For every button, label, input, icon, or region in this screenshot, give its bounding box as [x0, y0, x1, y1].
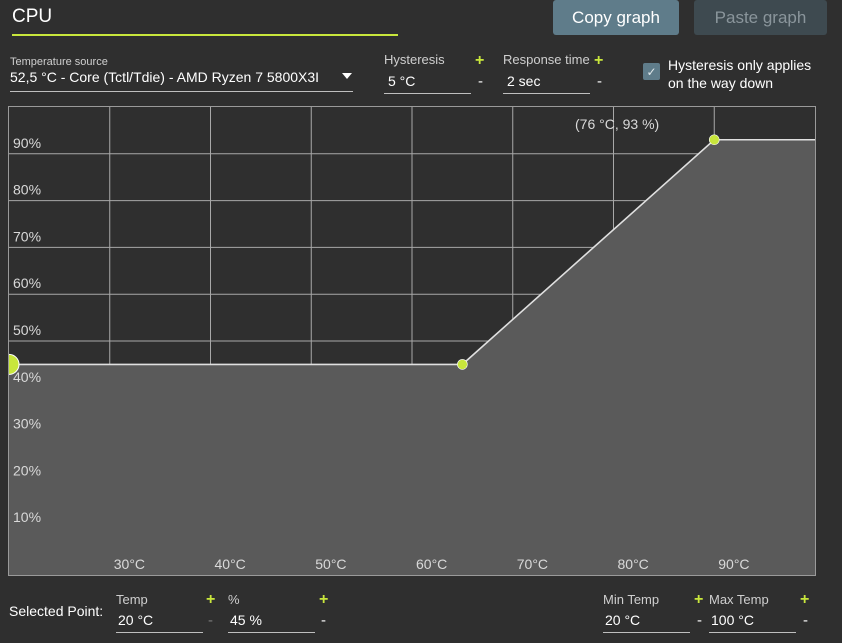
y-tick-label: 40%: [13, 369, 41, 385]
min-temp-label: Min Temp: [603, 592, 660, 607]
temp-value: 20 °C: [118, 612, 154, 628]
y-tick-label: 60%: [13, 275, 41, 291]
percent-value: 45 %: [230, 612, 262, 628]
x-tick-label: 60°C: [416, 556, 447, 572]
temperature-source-value: 52,5 °C - Core (Tctl/Tdie) - AMD Ryzen 7…: [10, 69, 320, 85]
response-time-minus-button[interactable]: -: [597, 74, 602, 89]
max-temp-label: Max Temp: [709, 592, 769, 607]
response-time-label: Response time: [503, 52, 590, 67]
x-tick-label: 90°C: [718, 556, 749, 572]
y-tick-label: 20%: [13, 462, 41, 478]
max-temp-value: 100 °C: [711, 612, 754, 628]
hysteresis-value: 5 °C: [388, 73, 416, 89]
fan-curve-chart[interactable]: 90% 80% 70% 60% 50% 40% 30% 20% 10% 30°C 40°C 50°C…: [9, 107, 815, 575]
y-tick-label: 80%: [13, 182, 41, 198]
min-temp-plus-button[interactable]: +: [694, 592, 703, 608]
min-temp-value: 20 °C: [605, 612, 641, 628]
curve-point[interactable]: [708, 134, 720, 146]
hysteresis-down-label: Hysteresis only applies on the way down: [668, 57, 812, 91]
y-tick-label: 50%: [13, 322, 41, 338]
min-temp-field[interactable]: 20 °C: [603, 611, 690, 633]
max-temp-minus-button[interactable]: -: [803, 613, 808, 628]
hysteresis-minus-button[interactable]: -: [478, 74, 483, 89]
max-temp-plus-button[interactable]: +: [800, 592, 809, 608]
x-tick-label: 80°C: [618, 556, 649, 572]
percent-field[interactable]: 45 %: [228, 611, 315, 633]
check-icon: ✓: [646, 64, 657, 79]
chevron-down-icon[interactable]: [342, 73, 352, 79]
max-temp-field[interactable]: 100 °C: [709, 611, 796, 633]
fan-curve-panel: CPU Copy graph Paste graph Temperature s…: [0, 0, 842, 643]
x-tick-label: 70°C: [517, 556, 548, 572]
temp-minus-button[interactable]: -: [208, 613, 213, 628]
temperature-source-label: Temperature source: [10, 56, 108, 68]
hysteresis-label: Hysteresis: [384, 52, 445, 67]
y-tick-label: 90%: [13, 135, 41, 151]
temperature-source-select[interactable]: 52,5 °C - Core (Tctl/Tdie) - AMD Ryzen 7…: [10, 68, 353, 92]
y-tick-label: 10%: [13, 509, 41, 525]
x-tick-label: 40°C: [215, 556, 246, 572]
response-time-value: 2 sec: [507, 73, 541, 89]
copy-graph-button[interactable]: Copy graph: [553, 0, 679, 35]
paste-graph-button[interactable]: Paste graph: [694, 0, 827, 35]
x-tick-label: 30°C: [114, 556, 145, 572]
min-temp-minus-button[interactable]: -: [697, 613, 702, 628]
percent-label: %: [228, 592, 240, 607]
selected-point-label: Selected Point:: [9, 603, 104, 619]
y-axis-labels: 90% 80% 70% 60% 50% 40% 30% 20% 10%: [13, 135, 41, 525]
curve-point[interactable]: [457, 359, 468, 370]
fan-curve-graph[interactable]: 90% 80% 70% 60% 50% 40% 30% 20% 10% 30°C 40°C 50°C…: [8, 106, 816, 576]
page-title: CPU: [12, 6, 53, 27]
percent-plus-button[interactable]: +: [319, 592, 328, 608]
y-tick-label: 30%: [13, 416, 41, 432]
hysteresis-down-checkbox[interactable]: ✓: [643, 63, 660, 80]
response-time-field[interactable]: 2 sec: [503, 72, 590, 94]
x-tick-label: 50°C: [315, 556, 346, 572]
response-time-plus-button[interactable]: +: [594, 53, 603, 69]
temp-plus-button[interactable]: +: [206, 592, 215, 608]
hysteresis-field[interactable]: 5 °C: [384, 72, 471, 94]
y-tick-label: 70%: [13, 228, 41, 244]
point-tooltip: (76 °C, 93 %): [575, 116, 659, 132]
temp-field[interactable]: 20 °C: [116, 611, 203, 633]
title-field[interactable]: CPU: [12, 6, 398, 36]
temp-label: Temp: [116, 592, 148, 607]
hysteresis-plus-button[interactable]: +: [475, 53, 484, 69]
percent-minus-button[interactable]: -: [321, 613, 326, 628]
